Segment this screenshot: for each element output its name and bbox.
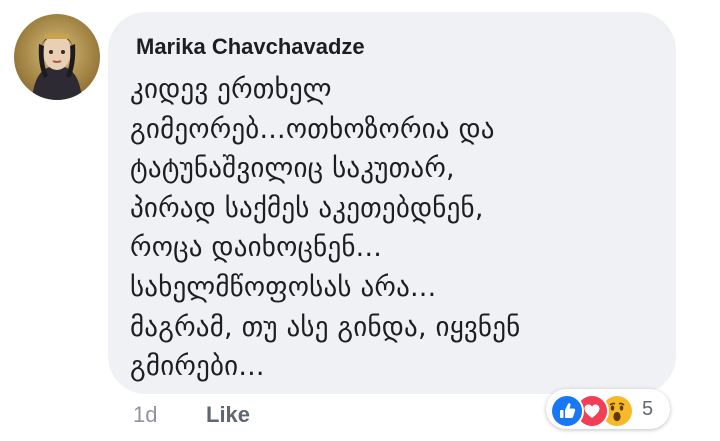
like-button[interactable]: Like [206,402,250,428]
like-icon [550,394,584,428]
reaction-count: 5 [642,398,654,420]
comment-line: როცა დაიხოცნენ... [130,232,383,264]
comment-line: პირად საქმეს აკეთებდნენ, [130,192,484,224]
author-name[interactable]: Marika Chavchavadze [136,34,365,60]
avatar[interactable] [14,14,100,100]
comment-line: გიმეორებ...ოთხოზორია და [130,113,495,145]
comment-line: სახელმწოფოსას არა... [130,271,437,303]
reactions-summary[interactable]: 5 [546,389,670,429]
comment-bubble: Marika Chavchavadze კიდევ ერთხელ გიმეორე… [108,12,676,394]
comment-line: გმირები... [130,351,265,383]
comment-line: კიდევ ერთხელ [130,74,332,105]
comment-line: ტატუნაშვილიც საკუთარ, [130,153,455,185]
comment-line: მაგრამ, თუ ასე გინდა, იყვნენ [130,311,521,343]
comment: Marika Chavchavadze კიდევ ერთხელ გიმეორე… [0,0,720,441]
comment-text: კიდევ ერთხელ გიმეორებ...ოთხოზორია და ტატ… [130,70,520,387]
comment-timestamp[interactable]: 1d [133,402,157,428]
